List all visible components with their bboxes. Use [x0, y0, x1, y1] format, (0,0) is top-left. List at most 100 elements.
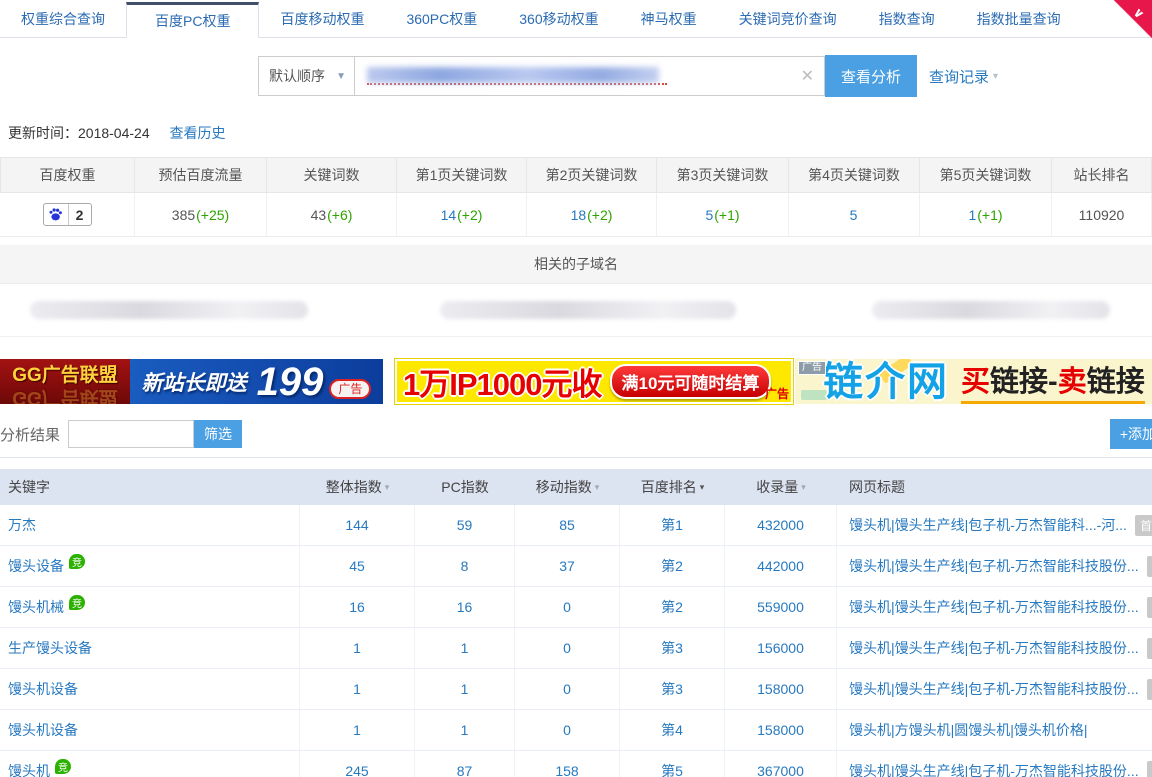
page2-count-cell: 18 (+2) [527, 193, 657, 237]
sort-arrow-icon[interactable]: ▾ [700, 482, 705, 493]
baidu-weight-badge[interactable]: 2 [43, 203, 92, 226]
subdomain-link-blurred[interactable] [872, 301, 1110, 319]
analyze-button[interactable]: 查看分析 [825, 55, 917, 97]
sort-arrow-icon[interactable]: ▾ [595, 482, 600, 493]
filter-button[interactable]: 筛选 [194, 420, 242, 448]
homepage-badge: 首页 [1147, 638, 1152, 659]
stat-value[interactable]: 18 [571, 207, 587, 223]
subdomain-link-blurred[interactable] [440, 301, 736, 319]
pc-index-value: 1 [461, 722, 469, 738]
tab-360-mobile-weight[interactable]: 360移动权重 [498, 1, 619, 37]
tab-index-query[interactable]: 指数查询 [858, 1, 956, 37]
keyword-link[interactable]: 馒头机设备 [8, 679, 78, 699]
keyword-link[interactable]: 馒头机械 [8, 597, 64, 617]
tab-weight-overview[interactable]: 权重综合查询 [0, 1, 126, 37]
stat-value[interactable]: 5 [850, 207, 858, 223]
pc-index-cell: 16 [415, 587, 515, 628]
overall-index-cell: 1 [300, 710, 415, 751]
index-volume-cell: 442000 [725, 546, 837, 587]
page-title-link[interactable]: 馒头机|馒头生产线|包子机-万杰智能科技股份... [849, 556, 1139, 576]
keyword-link[interactable]: 馒头机设备 [8, 720, 78, 740]
gg-brand-reflection: GG广告联盟 [12, 384, 118, 404]
index-volume-value: 367000 [757, 763, 804, 777]
stat-value[interactable]: 1 [968, 207, 976, 223]
ip-ad-headline: 1万IP1000元收 [403, 359, 602, 404]
page4-count-cell: 5 [789, 193, 920, 237]
keyword-cell: 馒头机竞 [0, 751, 300, 777]
clear-icon[interactable]: ✕ [801, 66, 814, 86]
add-button[interactable]: +添加 [1110, 419, 1152, 449]
col-header-mobile-index[interactable]: 移动指数 ▾ [515, 469, 620, 505]
homepage-badge: 首页 [1135, 515, 1152, 536]
overall-index-cell: 16 [300, 587, 415, 628]
stat-value[interactable]: 5 [705, 207, 713, 223]
page-title-cell: 馒头机|方馒头机|圆馒头机|馒头机价格| [837, 710, 1152, 751]
filter-input[interactable] [68, 420, 194, 448]
sort-arrow-icon[interactable]: ▾ [801, 482, 806, 493]
page-title-link[interactable]: 馒头机|馒头生产线|包子机-万杰智能科技股份... [849, 761, 1139, 777]
ad-banner-link-market[interactable]: 广告 链介网 买链接-卖链接 [795, 359, 1152, 404]
baidu-rank-value: 第3 [661, 679, 683, 699]
subdomain-list [0, 284, 1152, 337]
page-title-cell: 馒头机|馒头生产线|包子机-万杰智能科技股份... 首页 [837, 546, 1152, 587]
col-header-overall-index[interactable]: 整体指数 ▾ [300, 469, 415, 505]
query-blur-box [367, 67, 659, 83]
page-title-link[interactable]: 馒头机|馒头生产线|包子机-万杰智能科技股份... [849, 679, 1139, 699]
subdomain-section-title: 相关的子域名 [0, 245, 1152, 284]
tab-360-pc-weight[interactable]: 360PC权重 [385, 1, 498, 37]
keyword-link[interactable]: 馒头机 [8, 761, 50, 777]
page-title-link[interactable]: 馒头机|馒头生产线|包子机-万杰智能科技股份... [849, 638, 1139, 658]
col-header-index-volume[interactable]: 收录量 ▾ [725, 469, 837, 505]
tab-baidu-mobile-weight[interactable]: 百度移动权重 [259, 1, 385, 37]
stats-col-webmaster-rank: 站长排名 [1052, 157, 1152, 193]
bid-icon: 竞 [69, 595, 85, 610]
tab-keyword-bid-query[interactable]: 关键词竞价查询 [718, 1, 858, 37]
stat-value[interactable]: 14 [441, 207, 457, 223]
stat-value: 110920 [1079, 207, 1125, 223]
col-header-baidu-rank[interactable]: 百度排名 ▾ [620, 469, 725, 505]
baidu-rank-value: 第3 [661, 638, 683, 658]
baidu-rank-cell: 第3 [620, 628, 725, 669]
stat-delta: (+25) [196, 207, 229, 223]
sell-text: 卖 [1058, 366, 1087, 398]
homepage-badge: 首页 [1147, 556, 1152, 577]
page-title-link[interactable]: 馒头机|馒头生产线|包子机-万杰智能科...-河... [849, 515, 1127, 535]
sort-order-select[interactable]: 默认顺序 ▼ [258, 56, 355, 96]
update-time-label: 更新时间：2018-04-24 [8, 125, 150, 141]
stats-col-page4: 第4页关键词数 [789, 157, 920, 193]
ad-banner-row: GG广告联盟 GG广告联盟 新站长即送 199 广告 1万IP1000元收 满1… [0, 359, 1152, 404]
ad-banner-ip-revenue[interactable]: 1万IP1000元收 满10元可随时结算 广告 [395, 359, 793, 404]
keyword-cell: 生产馒头设备 [0, 628, 300, 669]
analysis-result-label: 分析结果 [0, 424, 60, 445]
tab-index-batch-query[interactable]: 指数批量查询 [956, 1, 1082, 37]
sort-arrow-icon[interactable]: ▾ [385, 482, 390, 493]
page-title-cell: 馒头机|馒头生产线|包子机-万杰智能科技股份...首页 [837, 669, 1152, 710]
index-volume-value: 156000 [757, 640, 804, 656]
page: ∨ 权重综合查询 百度PC权重 百度移动权重 360PC权重 360移动权重 神… [0, 0, 1152, 777]
pc-index-value: 8 [461, 558, 469, 574]
subdomain-link-blurred[interactable] [30, 301, 308, 319]
keyword-link[interactable]: 馒头设备 [8, 556, 64, 576]
search-input[interactable]: ✕ [355, 56, 825, 96]
index-volume-value: 442000 [757, 558, 804, 574]
mobile-index-value: 158 [555, 763, 578, 777]
pc-index-cell: 1 [415, 710, 515, 751]
ad-tag: 广告 [798, 361, 826, 375]
keyword-link[interactable]: 万杰 [8, 515, 36, 535]
keyword-link[interactable]: 生产馒头设备 [8, 638, 92, 658]
ad-banner-gg-alliance[interactable]: GG广告联盟 GG广告联盟 新站长即送 199 广告 [0, 359, 383, 404]
keyword-cell: 万杰 [0, 505, 300, 546]
tab-baidu-pc-weight[interactable]: 百度PC权重 [126, 2, 259, 38]
view-history-link[interactable]: 查看历史 [170, 125, 226, 141]
tab-shenma-weight[interactable]: 神马权重 [620, 1, 718, 37]
pc-index-cell: 59 [415, 505, 515, 546]
sort-order-label: 默认顺序 [269, 66, 325, 86]
query-history-link[interactable]: 查询记录 ▾ [929, 66, 998, 87]
update-row: 更新时间：2018-04-24 查看历史 [8, 123, 1152, 143]
gg-offer-number: 199 [257, 362, 324, 402]
page-title-link[interactable]: 馒头机|方馒头机|圆馒头机|馒头机价格| [849, 720, 1088, 740]
ad-tag: 广告 [329, 379, 371, 399]
page-title-link[interactable]: 馒头机|馒头生产线|包子机-万杰智能科技股份... [849, 597, 1139, 617]
query-history-label: 查询记录 [929, 66, 989, 87]
overall-index-cell: 245 [300, 751, 415, 777]
